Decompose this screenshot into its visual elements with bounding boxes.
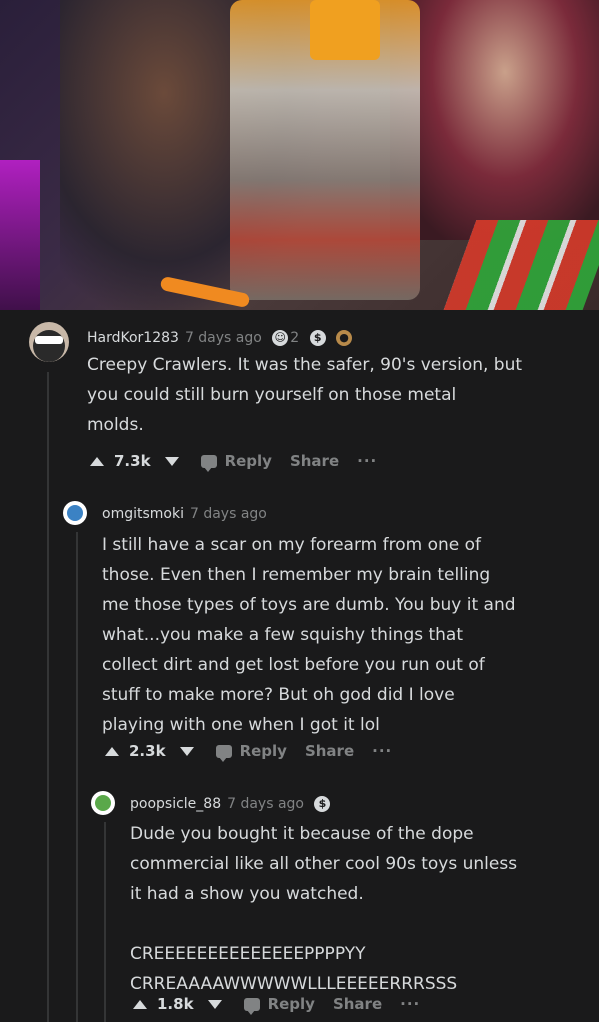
score: 7.3k: [114, 452, 151, 470]
reply-icon: [200, 454, 217, 472]
avatar[interactable]: [63, 501, 87, 525]
avatar-face: [33, 330, 65, 362]
share-button[interactable]: Share: [305, 742, 354, 760]
snoo-icon: [67, 505, 83, 521]
upvote-icon[interactable]: [133, 999, 147, 1009]
more-options-button[interactable]: ···: [372, 742, 392, 760]
more-options-button[interactable]: ···: [400, 995, 420, 1013]
reply-label: Reply: [267, 995, 315, 1013]
award-count: 2: [290, 330, 300, 346]
silver-award-icon[interactable]: $: [309, 330, 326, 346]
downvote-icon[interactable]: [164, 456, 179, 466]
comment-body: Dude you bought it because of the dope c…: [130, 824, 518, 994]
right-child-figure: [390, 0, 599, 240]
award-icon[interactable]: ☺: [272, 330, 289, 346]
comment-body: I still have a scar on my forearm from o…: [102, 535, 516, 735]
vote-group: 1.8k: [133, 995, 222, 1013]
timestamp[interactable]: 7 days ago: [185, 330, 262, 346]
username[interactable]: omgitsmoki: [102, 506, 184, 522]
comment-meta: HardKor1283 7 days ago ☺ 2 $ ●: [87, 330, 353, 346]
comment-meta: omgitsmoki 7 days ago: [102, 506, 267, 522]
reply-label: Reply: [239, 742, 287, 760]
reply-button[interactable]: Reply: [215, 742, 287, 762]
upvote-icon[interactable]: [105, 746, 119, 756]
share-button[interactable]: Share: [333, 995, 382, 1013]
thread-line[interactable]: [76, 532, 78, 1022]
upvote-icon[interactable]: [90, 456, 104, 466]
avatar-glasses: [35, 336, 63, 344]
purple-light: [0, 160, 40, 310]
username[interactable]: poopsicle_88: [130, 796, 221, 812]
comment-actions: 7.3k Reply Share ···: [90, 449, 377, 473]
score: 2.3k: [129, 742, 166, 760]
downvote-icon[interactable]: [179, 746, 194, 756]
thread-line[interactable]: [47, 372, 49, 1022]
comment-actions: 1.8k Reply Share ···: [133, 992, 420, 1016]
vote-group: 7.3k: [90, 452, 179, 470]
share-button[interactable]: Share: [290, 452, 339, 470]
silver-award-icon[interactable]: $: [314, 796, 331, 812]
orange-handle: [310, 0, 380, 60]
bear-award-icon[interactable]: ●: [336, 330, 353, 346]
snoo-icon: [95, 795, 111, 811]
more-options-button[interactable]: ···: [357, 452, 377, 470]
comment-actions: 2.3k Reply Share ···: [105, 739, 392, 763]
downvote-icon[interactable]: [207, 999, 222, 1009]
avatar[interactable]: [29, 322, 69, 362]
post-image[interactable]: [0, 0, 599, 310]
reply-icon: [215, 744, 232, 762]
score: 1.8k: [157, 995, 194, 1013]
thread-line[interactable]: [104, 822, 106, 1022]
reply-icon: [243, 997, 260, 1015]
reply-button[interactable]: Reply: [200, 452, 272, 472]
comment-body: Creepy Crawlers. It was the safer, 90's …: [87, 355, 523, 435]
reply-button[interactable]: Reply: [243, 995, 315, 1015]
reply-label: Reply: [224, 452, 272, 470]
username[interactable]: HardKor1283: [87, 330, 179, 346]
avatar[interactable]: [91, 791, 115, 815]
timestamp[interactable]: 7 days ago: [190, 506, 267, 522]
comment-meta: poopsicle_88 7 days ago $: [130, 796, 331, 812]
vote-group: 2.3k: [105, 742, 194, 760]
timestamp[interactable]: 7 days ago: [227, 796, 304, 812]
